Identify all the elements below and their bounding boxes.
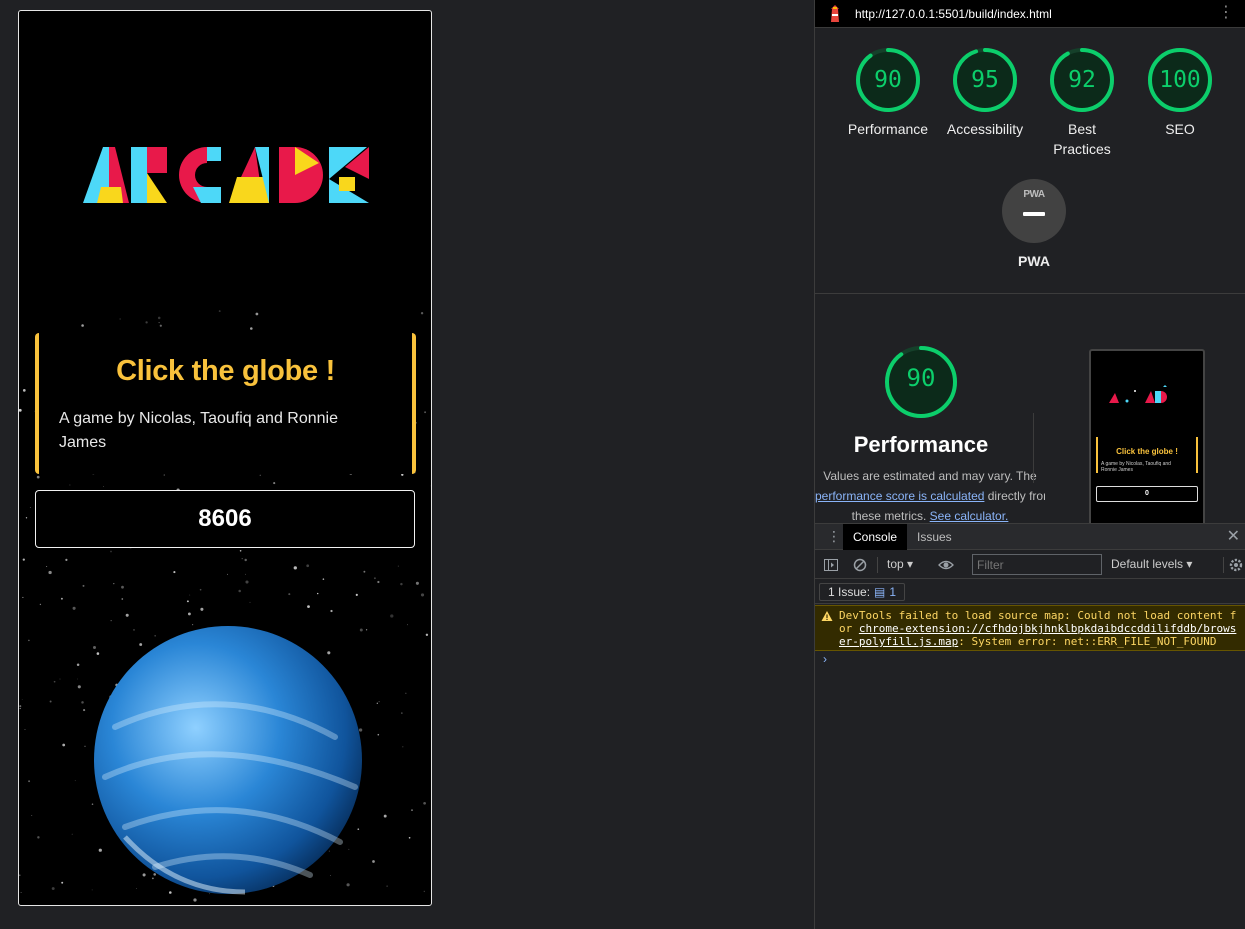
thumbnail-logo: [1109, 385, 1167, 403]
warning-text: DevTools failed to load source map: Coul…: [839, 609, 1239, 648]
score-gauge-seo[interactable]: 100 SEO: [1130, 47, 1230, 139]
vertical-divider: [1033, 413, 1034, 483]
tab-console[interactable]: Console: [843, 524, 908, 550]
drawer-menu-icon[interactable]: ⋮: [827, 528, 841, 545]
pwa-badge[interactable]: PWA: [1002, 179, 1066, 243]
gauge-label: SEO: [1165, 121, 1195, 137]
drawer-tabbar: ⋮ Console Issues ✕: [815, 524, 1245, 550]
report-url-bar: http://127.0.0.1:5501/build/index.html ⋮: [815, 0, 1245, 28]
emulated-page: Click the globe ! A game by Nicolas, Tao…: [18, 10, 432, 906]
console-prompt[interactable]: ›: [823, 652, 827, 666]
gauge-value: 100: [1159, 67, 1201, 93]
warning-icon: [821, 611, 833, 621]
see-calculator-link[interactable]: See calculator.: [930, 509, 1009, 523]
gauge-value: 90: [874, 67, 902, 93]
issues-bar: 1 Issue: ▤ 1: [815, 580, 1245, 604]
context-selector[interactable]: top ▾: [887, 557, 913, 571]
close-icon[interactable]: ✕: [1227, 527, 1240, 547]
thumbnail-desc: A game by Nicolas, Taoufiq and Ronnie Ja…: [1101, 461, 1171, 473]
gauge-label: Best Practices: [1053, 121, 1111, 157]
toolbar-separator: [877, 557, 878, 573]
console-drawer: ⋮ Console Issues ✕ top ▾ Default levels: [815, 523, 1245, 929]
desc-line-1: Values are estimated and may vary. The: [823, 469, 1037, 483]
pwa-label: PWA: [1018, 253, 1050, 269]
final-screenshot-thumbnail[interactable]: Click the globe ! A game by Nicolas, Tao…: [1089, 349, 1205, 527]
performance-description: Values are estimated and may vary. The p…: [815, 466, 1045, 526]
issues-count: 1: [889, 585, 897, 599]
devtools-panel: http://127.0.0.1:5501/build/index.html ⋮…: [814, 0, 1245, 929]
eye-icon[interactable]: [938, 557, 954, 573]
globe-button[interactable]: [85, 617, 371, 903]
performance-title: Performance: [853, 432, 989, 457]
score-calculated-link[interactable]: performance score is calculated: [815, 489, 984, 503]
gauge-value: 92: [1068, 67, 1096, 93]
desc-line-2: directly from: [987, 489, 1045, 503]
console-toolbar: top ▾ Default levels ▾: [815, 551, 1245, 579]
toolbar-separator: [1223, 557, 1224, 573]
game-title: Click the globe !: [116, 355, 335, 387]
pwa-dash-icon: [1023, 212, 1045, 216]
desc-line-3: these metrics.: [851, 509, 930, 523]
score-gauge-accessibility[interactable]: 95 Accessibility: [935, 47, 1035, 139]
tab-issues[interactable]: Issues: [907, 524, 962, 550]
thumbnail-score: 0: [1096, 486, 1198, 502]
section-divider: [815, 293, 1245, 294]
thumbnail-title: Click the globe !: [1116, 447, 1178, 456]
report-url[interactable]: http://127.0.0.1:5501/build/index.html: [855, 7, 1052, 21]
warning-part-2: : System error: net::ERR_FILE_NOT_FOUND: [958, 635, 1217, 648]
performance-score: 90: [906, 364, 936, 392]
gauge-value: 95: [971, 67, 999, 93]
pwa-badge-text: PWA: [1023, 189, 1045, 200]
gauge-label: Performance: [847, 121, 929, 137]
game-credits: A game by Nicolas, Taoufiq and Ronnie Ja…: [59, 410, 338, 451]
filter-input[interactable]: [972, 554, 1102, 575]
kebab-menu-icon[interactable]: ⋮: [1218, 3, 1234, 23]
arcade-logo: [83, 147, 369, 203]
sidebar-toggle-icon[interactable]: [823, 557, 839, 573]
log-levels-dropdown[interactable]: Default levels ▾: [1111, 557, 1192, 571]
score-display: 8606: [35, 490, 415, 548]
issue-chat-icon: ▤: [874, 585, 886, 599]
score-gauge-best-practices[interactable]: 92 Best Practices: [1032, 47, 1132, 159]
issues-counter-button[interactable]: 1 Issue: ▤ 1: [819, 583, 906, 601]
lighthouse-logo-icon: [831, 5, 839, 22]
score-gauge-performance[interactable]: 90 Performance: [838, 47, 938, 139]
console-warning-message: DevTools failed to load source map: Coul…: [815, 605, 1245, 651]
game-info-card: Click the globe ! A game by Nicolas, Tao…: [35, 333, 416, 474]
clear-console-icon[interactable]: [852, 557, 868, 573]
gauge-label: Accessibility: [946, 121, 1024, 137]
gear-icon[interactable]: [1228, 557, 1244, 573]
issues-label: 1 Issue:: [828, 585, 871, 599]
